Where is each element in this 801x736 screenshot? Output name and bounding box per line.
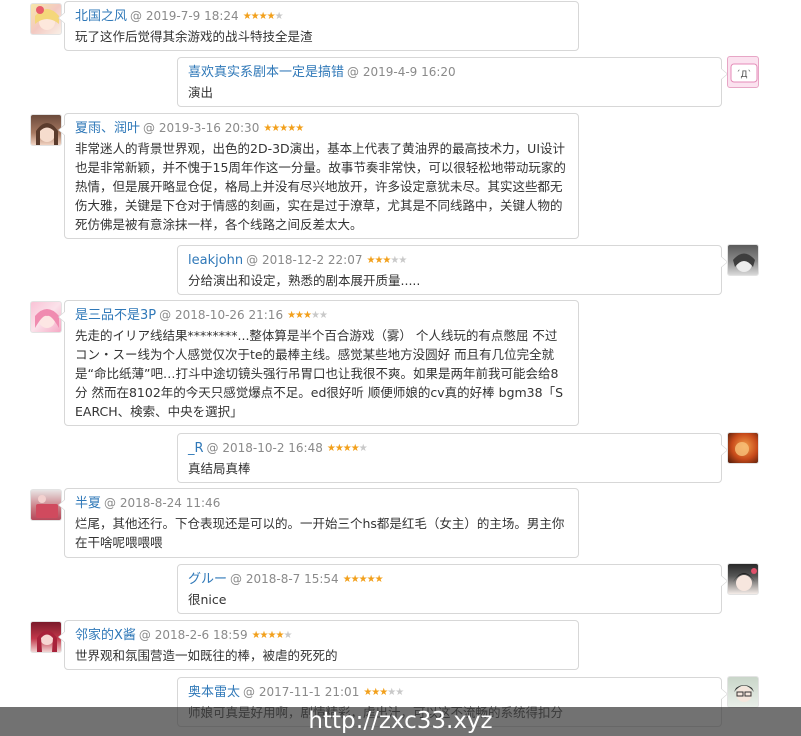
comment-text: 演出 xyxy=(188,85,214,100)
comment-date: @ 2017-11-1 21:01 xyxy=(243,685,360,699)
comment-date: @ 2018-8-24 11:46 xyxy=(104,496,221,510)
comment-date: @ 2018-12-2 22:07 xyxy=(246,253,363,267)
avatar[interactable]: ´Д` xyxy=(727,56,759,88)
rating-stars: ★★★★★ xyxy=(366,255,407,266)
comment-text: 先走的イリア线结果********...整体算是半个百合游戏（雾） 个人线玩的有… xyxy=(75,328,564,419)
avatar-image-icon xyxy=(733,568,757,591)
username-link[interactable]: leakjohn xyxy=(188,253,243,268)
avatar[interactable] xyxy=(727,244,759,276)
username-link[interactable]: 奥本雷太 xyxy=(188,685,240,700)
username-link[interactable]: 北国之风 xyxy=(75,9,127,24)
comment-text: 分给演出和设定，熟悉的剧本展开质量..... xyxy=(188,273,421,288)
rating-stars: ★★★★★ xyxy=(242,11,284,22)
rating-stars: ★★★★★ xyxy=(263,123,304,134)
username-link[interactable]: _R xyxy=(188,441,204,456)
watermark-bar: http://zxc33.xyz xyxy=(0,707,801,736)
comment-text: 烂尾，其他还行。下仓表现还是可以的。一开始三个hs都是红毛（女主）的主场。男主你… xyxy=(75,516,565,550)
comment-date: @ 2019-7-9 18:24 xyxy=(130,9,239,23)
avatar[interactable] xyxy=(727,432,759,464)
username-link[interactable]: 半夏 xyxy=(75,496,101,511)
comment-text: 真结局真棒 xyxy=(188,461,251,476)
svg-text:´Д`: ´Д` xyxy=(736,69,752,80)
comment-date: @ 2018-8-7 15:54 xyxy=(230,572,339,586)
rating-stars: ★★★★★ xyxy=(287,310,328,321)
comment-date: @ 2018-2-6 18:59 xyxy=(138,628,248,642)
avatar-image-icon xyxy=(734,685,754,702)
avatar-image-icon xyxy=(733,253,755,272)
avatar[interactable] xyxy=(727,676,759,708)
rating-stars: ★★★★★ xyxy=(363,687,404,698)
comment-date: @ 2019-3-16 20:30 xyxy=(143,121,260,135)
watermark-url: http://zxc33.xyz xyxy=(308,708,493,734)
avatar[interactable] xyxy=(727,563,759,595)
comment-text: 玩了这作后觉得其余游戏的战斗特技全是渣 xyxy=(75,29,313,44)
rating-stars: ★★★★★ xyxy=(251,630,293,641)
avatar-image-icon: ´Д` xyxy=(730,63,758,83)
username-link[interactable]: 夏雨、润叶 xyxy=(75,121,140,136)
avatar-image-icon xyxy=(735,442,749,456)
username-link[interactable]: グルー xyxy=(188,572,227,587)
rating-stars: ★★★★★ xyxy=(342,574,384,585)
comment-text: 非常迷人的背景世界观，出色的2D-3D演出，基本上代表了黄油界的最高技术力，UI… xyxy=(75,141,566,232)
comment-date: @ 2018-10-2 16:48 xyxy=(206,441,323,455)
username-link[interactable]: 是三品不是3P xyxy=(75,308,156,323)
username-link[interactable]: 邻家的X酱 xyxy=(75,628,136,643)
username-link[interactable]: 喜欢真实系剧本一定是搞错 xyxy=(188,65,344,80)
rating-stars: ★★★★★ xyxy=(326,443,368,454)
comment-date: @ 2018-10-26 21:16 xyxy=(159,308,284,322)
comment-text: 世界观和氛围营造一如既往的棒，被虐的死死的 xyxy=(75,648,338,663)
comment-date: @ 2019-4-9 16:20 xyxy=(347,65,456,79)
comment-text: 很nice xyxy=(188,592,227,607)
